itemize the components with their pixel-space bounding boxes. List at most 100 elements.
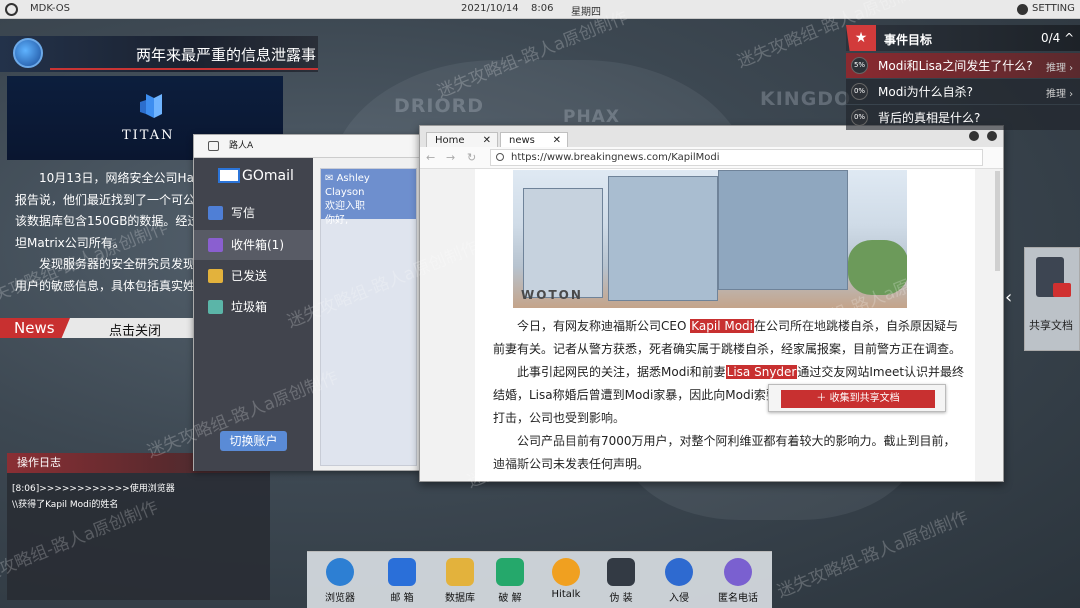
gomail-window: 路人A GOmail 写信 收件箱(1) 已发送 垃圾箱 切换账户 ✉ Ashl… (193, 134, 420, 471)
upload-badge-icon (1053, 283, 1071, 297)
building-shape (523, 188, 603, 298)
objective-question: 背后的真相是什么? (878, 111, 981, 125)
news-paragraph: 该数据库包含150GB的数据。经过研 (15, 214, 195, 228)
mail-nav-compose[interactable]: 写信 (194, 198, 313, 228)
settings-gear-icon[interactable] (1017, 4, 1028, 15)
news-paragraph: 报告说，他们最近找到了一个可公开 (15, 192, 195, 207)
progress-badge: 5% (851, 57, 868, 74)
globe-icon (13, 38, 43, 68)
event-objectives-count: 0/4 ^ (1041, 31, 1075, 45)
event-objective-item[interactable]: 0% 背后的真相是什么? (846, 105, 1080, 130)
switch-account-button[interactable]: 切换账户 (220, 431, 287, 451)
refresh-icon[interactable]: ↻ (467, 151, 476, 164)
tree-shape (848, 240, 907, 295)
collect-to-shared-doc-button[interactable]: ＋ 收集到共享文档 (781, 390, 935, 408)
news-paragraph: 10月13日，网络安全公司Hacke (39, 171, 195, 185)
operation-log-panel: 操作日志 [8:06]>>>>>>>>>>>>使用浏览器 \\获得了Kapil … (7, 453, 270, 600)
news-article-body: 10月13日，网络安全公司Hacke 报告说，他们最近找到了一个可公开 该数据库… (15, 168, 195, 297)
dock-intrude[interactable]: 入侵 (654, 558, 704, 604)
envelope-icon (218, 168, 240, 183)
dock-mail[interactable]: 邮 箱 (377, 558, 427, 604)
progress-badge: 0% (851, 83, 868, 100)
shared-document-label: 共享文档 (1029, 319, 1073, 332)
tab-news[interactable]: news ✕ (500, 132, 568, 148)
tab-home[interactable]: Home ✕ (426, 132, 498, 148)
objective-hint: 推理 › (1046, 89, 1074, 100)
os-name: MDK-OS (30, 3, 70, 14)
forward-arrow-icon[interactable]: → (446, 151, 455, 164)
user-icon (208, 141, 219, 151)
map-label: KINGDO (760, 88, 852, 110)
system-time: 8:06 (531, 3, 554, 14)
news-paragraph: 坦Matrix公司所有。 (15, 235, 125, 250)
map-label: PHAX (563, 107, 620, 127)
minimize-icon[interactable] (969, 131, 979, 141)
news-tag: News (0, 318, 70, 338)
mail-nav-label: 写信 (231, 206, 256, 220)
disguise-icon (607, 558, 635, 586)
event-objectives-header[interactable]: ★ 事件目标 0/4 ^ (846, 25, 1080, 51)
dock-browser[interactable]: 浏览器 (315, 558, 365, 604)
objective-question: Modi和Lisa之间发生了什么? (878, 59, 1033, 73)
mail-nav-sent[interactable]: 已发送 (194, 261, 313, 291)
mail-titlebar[interactable]: 路人A (194, 135, 419, 158)
dock-anonymous-call[interactable]: 匿名电话 (713, 558, 763, 604)
dock-hitalk[interactable]: Hitalk (541, 558, 591, 600)
gomail-brand: GOmail (242, 168, 294, 184)
mail-preview: 你好, (325, 215, 349, 226)
mail-nav-label: 垃圾箱 (231, 300, 268, 314)
phone-icon (724, 558, 752, 586)
log-line: \\获得了Kapil Modi的姓名 (12, 500, 119, 510)
article-image-building: WOTON (513, 170, 907, 308)
mail-list-item[interactable]: ✉ Ashley Clayson 欢迎入职 你好, (321, 169, 416, 226)
dock-database[interactable]: 数据库 (435, 558, 485, 604)
article-line: 前妻有关。记者从警方获悉，死者确实属于跳楼自杀，经家属报案，目前警方正在调查。 (493, 342, 962, 356)
mail-nav-inbox[interactable]: 收件箱(1) (194, 230, 313, 260)
article-line: 公司产品目前有7000万用户，对整个阿利维亚都有着较大的影响力。截止到目前， (517, 434, 956, 448)
dock-disguise[interactable]: 伪 装 (596, 558, 646, 604)
url-bar[interactable]: https://www.breakingnews.com/KapilModi (490, 149, 983, 166)
page-scrollbar[interactable] (995, 171, 1000, 271)
tab-label: Home (435, 135, 465, 146)
article-line: 此事引起网民的关注，据悉Modi和前妻Lisa Snyder通过交友网站Imee… (517, 365, 965, 379)
crack-icon (496, 558, 524, 586)
objective-hint: 推理 › (1046, 63, 1074, 74)
progress-badge: 0% (851, 109, 868, 126)
titan-logo-icon (140, 94, 162, 118)
send-icon (208, 269, 223, 283)
event-objective-item[interactable]: 0% Modi为什么自杀? 推理 › (846, 79, 1080, 104)
news-header: 两年来最严重的信息泄露事件 (0, 36, 318, 72)
mail-subject: 欢迎入职 (325, 201, 365, 212)
star-icon: ★ (846, 25, 876, 51)
close-icon[interactable]: ✕ (483, 133, 491, 148)
mail-sender: ✉ Ashley Clayson (325, 173, 370, 198)
close-icon[interactable]: ✕ (553, 133, 561, 148)
news-headline: 两年来最严重的信息泄露事件 (136, 46, 316, 64)
event-objective-item[interactable]: 5% Modi和Lisa之间发生了什么? 推理 › (846, 53, 1080, 78)
building-shape (608, 176, 718, 301)
window-close-icon[interactable] (987, 131, 997, 141)
log-line: [8:06]>>>>>>>>>>>>使用浏览器 (12, 484, 175, 494)
mail-nav-label: 已发送 (231, 269, 268, 283)
compose-icon (208, 206, 223, 220)
system-weekday: 星期四 (571, 7, 601, 18)
news-close-button[interactable]: 点击关闭 (109, 320, 161, 339)
highlight-name[interactable]: Kapil Modi (690, 319, 754, 333)
chevron-left-icon[interactable]: ‹ (1005, 287, 1012, 308)
system-date: 2021/10/14 (461, 3, 519, 14)
mail-sidebar: GOmail 写信 收件箱(1) 已发送 垃圾箱 切换账户 (194, 158, 313, 471)
shared-document-button[interactable]: 共享文档 (1024, 247, 1080, 351)
os-logo-icon (5, 3, 18, 16)
mail-account-name: 路人A (229, 141, 254, 151)
mail-nav-trash[interactable]: 垃圾箱 (194, 292, 313, 322)
back-arrow-icon[interactable]: ← (426, 151, 435, 164)
settings-button[interactable]: SETTING (1032, 3, 1075, 14)
building-shape (718, 170, 848, 290)
tab-label: news (509, 135, 535, 146)
dock-crack[interactable]: 破 解 (485, 558, 535, 604)
objective-question: Modi为什么自杀? (878, 85, 974, 99)
article-line: 今日，有网友称迪福斯公司CEO Kapil Modi在公司所在地跳楼自杀，自杀原… (517, 319, 959, 333)
event-objectives-panel: ★ 事件目标 0/4 ^ 5% Modi和Lisa之间发生了什么? 推理 › 0… (846, 25, 1080, 130)
titan-brand-text: Titan (122, 128, 175, 143)
highlight-name[interactable]: Lisa Snyder (725, 365, 798, 379)
